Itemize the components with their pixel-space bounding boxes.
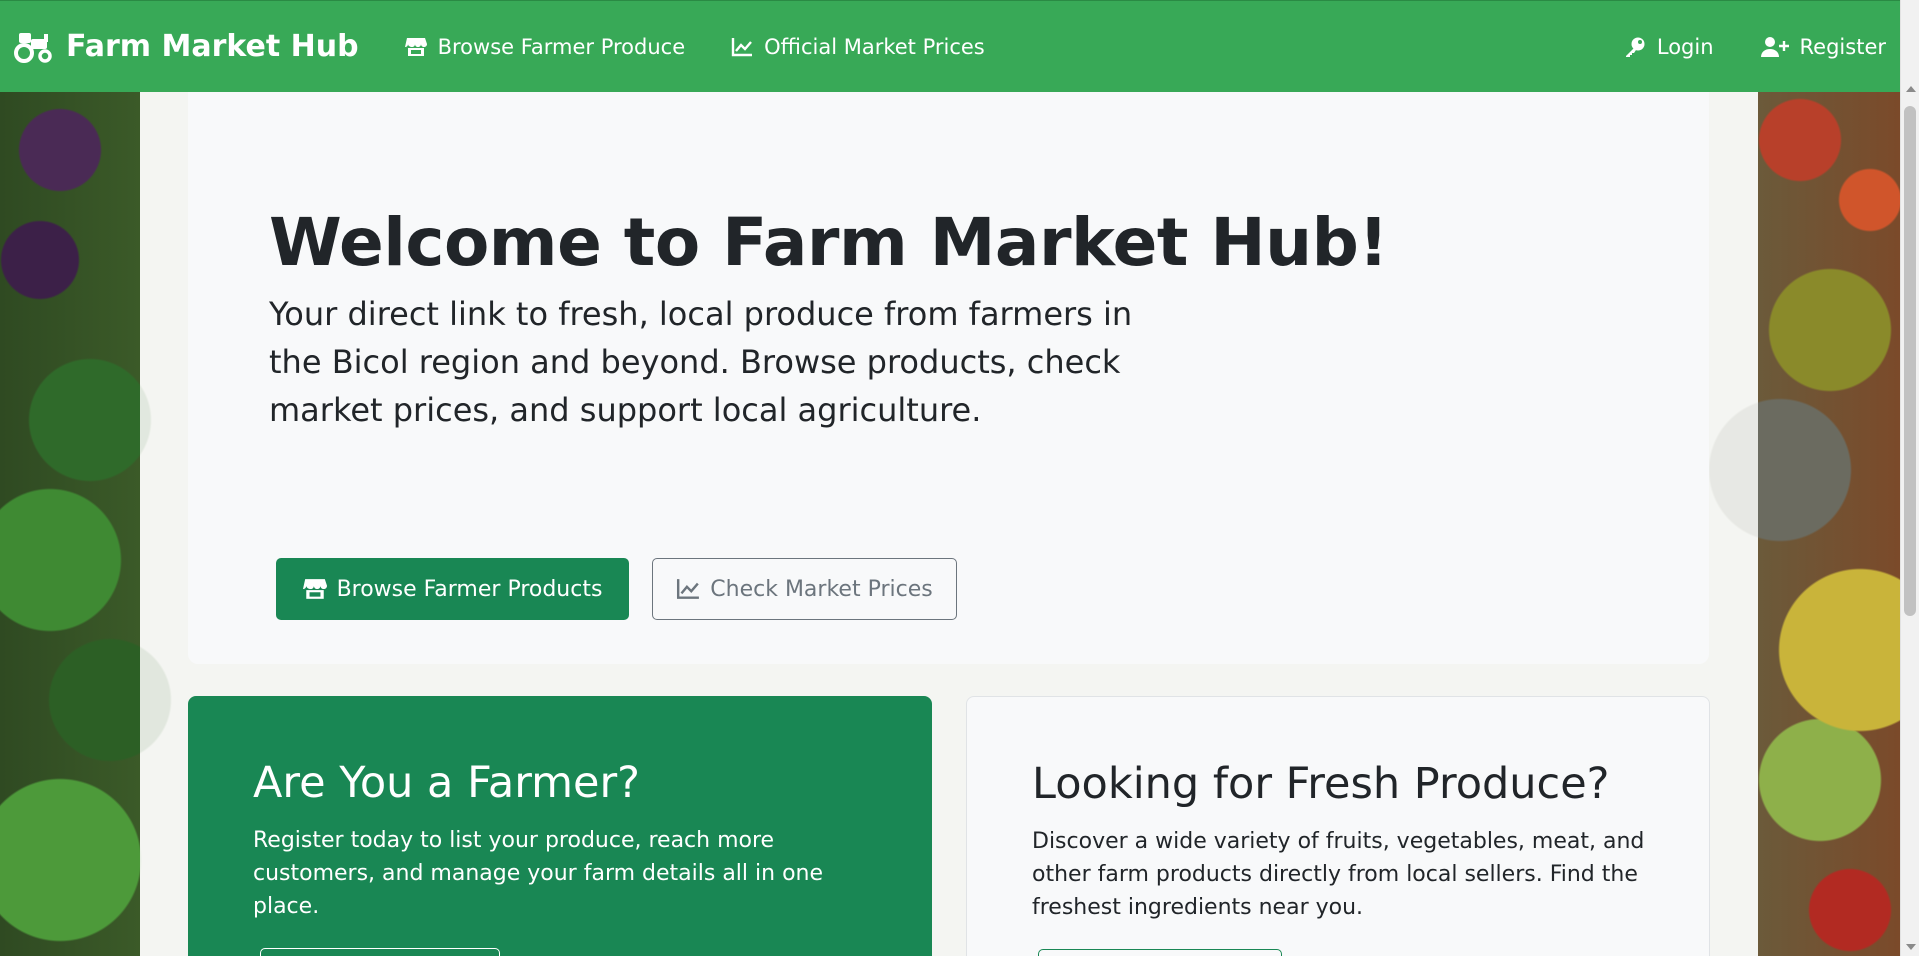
nav-register-label: Register: [1799, 34, 1886, 59]
farmer-card-text: Register today to list your produce, rea…: [253, 828, 824, 919]
page: Farm Market Hub Browse Farmer Produce Of…: [0, 0, 1919, 956]
browse-products-button[interactable]: Browse Farmer Products: [276, 558, 629, 620]
scroll-down-arrow-icon[interactable]: [1906, 944, 1916, 950]
buyer-card-text: Discover a wide variety of fruits, veget…: [1032, 829, 1645, 920]
farmer-card: Are You a Farmer? Register today to list…: [188, 696, 932, 956]
vertical-scrollbar[interactable]: [1900, 0, 1919, 956]
navbar: Farm Market Hub Browse Farmer Produce Of…: [0, 0, 1900, 92]
hero-section: Welcome to Farm Market Hub! Your direct …: [188, 92, 1709, 664]
store-icon: [302, 579, 327, 599]
nav-register[interactable]: Register: [1760, 34, 1886, 59]
check-prices-label: Check Market Prices: [710, 576, 933, 602]
buyer-card-button[interactable]: [1038, 949, 1282, 956]
store-icon: [404, 37, 427, 56]
tractor-icon: [14, 32, 52, 63]
brand-name: Farm Market Hub: [66, 29, 359, 64]
farmer-card-title: Are You a Farmer?: [253, 758, 640, 808]
brand-link[interactable]: Farm Market Hub: [14, 29, 359, 64]
nav-browse-produce[interactable]: Browse Farmer Produce: [404, 34, 686, 59]
user-plus-icon: [1760, 36, 1789, 57]
hero-subtitle: Your direct link to fresh, local produce…: [269, 295, 1133, 429]
nav-market-prices[interactable]: Official Market Prices: [731, 35, 985, 59]
check-prices-button[interactable]: Check Market Prices: [652, 558, 957, 620]
scroll-up-arrow-icon[interactable]: [1906, 86, 1916, 92]
farmer-card-button[interactable]: [260, 948, 500, 956]
scrollbar-thumb[interactable]: [1904, 106, 1916, 616]
buyer-card-title: Looking for Fresh Produce?: [1032, 759, 1610, 809]
nav-browse-produce-label: Browse Farmer Produce: [437, 34, 686, 59]
browse-products-label: Browse Farmer Products: [336, 576, 603, 602]
nav-right-group: Login Register: [1577, 35, 1886, 59]
nav-login-label: Login: [1656, 34, 1714, 59]
hero-title: Welcome to Farm Market Hub!: [269, 204, 1388, 281]
buyer-card: Looking for Fresh Produce? Discover a wi…: [966, 696, 1710, 956]
nav-login[interactable]: Login: [1624, 35, 1714, 59]
nav-market-prices-label: Official Market Prices: [764, 34, 985, 59]
chart-line-icon: [677, 579, 700, 599]
chart-line-icon: [731, 37, 753, 56]
key-icon: [1625, 37, 1645, 57]
